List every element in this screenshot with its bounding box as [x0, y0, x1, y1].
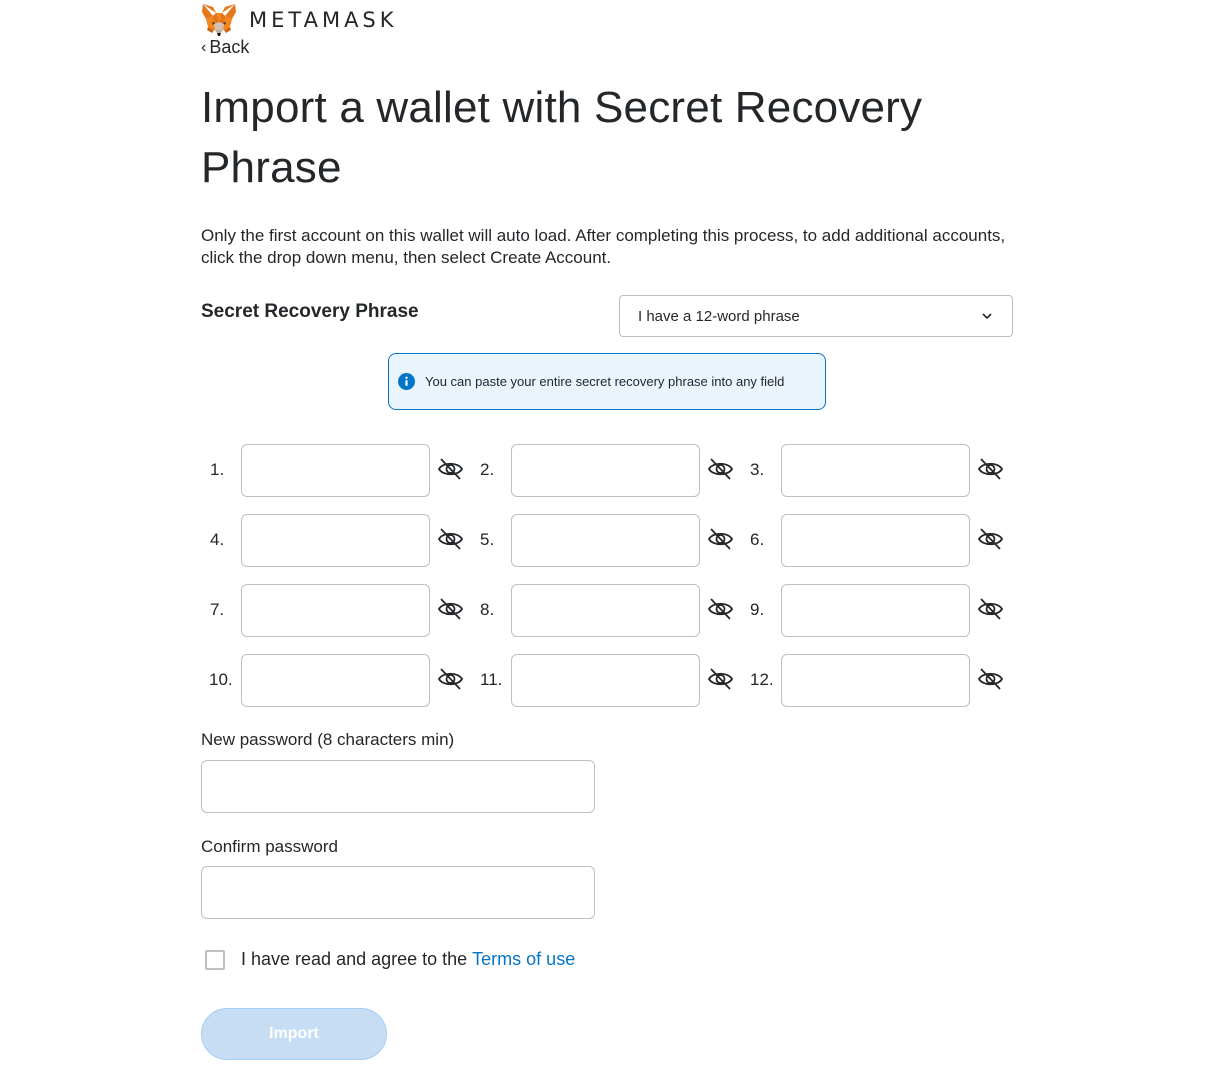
- eye-slash-icon[interactable]: [707, 457, 734, 481]
- srp-word-number: 5.: [480, 530, 495, 549]
- eye-slash-icon[interactable]: [707, 597, 734, 621]
- srp-word-input-6[interactable]: [781, 514, 970, 567]
- eye-slash-icon[interactable]: [437, 457, 464, 481]
- eye-slash-icon[interactable]: [977, 527, 1004, 551]
- new-password-label: New password (8 characters min): [201, 730, 455, 749]
- terms-checkbox[interactable]: [205, 949, 225, 970]
- srp-word-number: 1.: [210, 460, 225, 479]
- eye-slash-icon[interactable]: [437, 597, 464, 621]
- eye-slash-icon[interactable]: [437, 667, 464, 691]
- eye-slash-icon[interactable]: [977, 667, 1004, 691]
- confirm-password-input[interactable]: [201, 866, 595, 919]
- paste-info-banner: You can paste your entire secret recover…: [388, 353, 826, 410]
- phrase-length-select[interactable]: I have a 12-word phrase: [619, 295, 1013, 337]
- srp-word-input-3[interactable]: [781, 444, 970, 497]
- srp-word-input-9[interactable]: [781, 584, 970, 637]
- page-title: Import a wallet with Secret Recovery Phr…: [201, 83, 923, 192]
- srp-word-number: 7.: [210, 600, 225, 619]
- new-password-input[interactable]: [201, 760, 595, 813]
- chevron-down-icon: [982, 313, 992, 320]
- srp-word-input-2[interactable]: [511, 444, 700, 497]
- srp-word-number: 12.: [750, 670, 774, 689]
- srp-word-input-5[interactable]: [511, 514, 700, 567]
- confirm-password-label: Confirm password: [201, 837, 338, 856]
- terms-of-use-link[interactable]: Terms of use: [472, 949, 575, 970]
- srp-label: Secret Recovery Phrase: [201, 301, 419, 322]
- srp-word-number: 4.: [210, 530, 225, 549]
- srp-word-input-4[interactable]: [241, 514, 430, 567]
- eye-slash-icon[interactable]: [437, 527, 464, 551]
- srp-word-number: 9.: [750, 600, 765, 619]
- eye-slash-icon[interactable]: [977, 457, 1004, 481]
- info-text: You can paste your entire secret recover…: [425, 374, 785, 389]
- phrase-length-value: I have a 12-word phrase: [638, 307, 800, 325]
- import-button[interactable]: Import: [201, 1008, 387, 1060]
- srp-word-row: 7. 8. 9.: [201, 584, 1031, 637]
- logo: METAMASK: [201, 3, 398, 37]
- page-description: Only the first account on this wallet wi…: [201, 226, 1006, 267]
- chevron-left-icon: ‹: [201, 38, 207, 56]
- info-icon: [398, 373, 415, 390]
- terms-row: I have read and agree to the Terms of us…: [205, 949, 575, 970]
- srp-word-row: 1. 2. 3.: [201, 444, 1031, 497]
- srp-word-number: 11.: [480, 670, 503, 689]
- terms-text: I have read and agree to the: [241, 949, 468, 969]
- eye-slash-icon[interactable]: [977, 597, 1004, 621]
- srp-word-number: 8.: [480, 600, 495, 619]
- brand-wordmark: METAMASK: [249, 8, 398, 32]
- back-button[interactable]: ‹ Back: [201, 37, 249, 58]
- srp-word-input-12[interactable]: [781, 654, 970, 707]
- srp-word-number: 2.: [480, 460, 495, 479]
- srp-word-input-1[interactable]: [241, 444, 430, 497]
- srp-word-number: 3.: [750, 460, 765, 479]
- srp-word-input-7[interactable]: [241, 584, 430, 637]
- eye-slash-icon[interactable]: [707, 527, 734, 551]
- srp-word-row: 4. 5. 6.: [201, 514, 1031, 567]
- srp-word-input-10[interactable]: [241, 654, 430, 707]
- eye-slash-icon[interactable]: [707, 667, 734, 691]
- srp-word-number: 10.: [209, 670, 233, 689]
- srp-word-input-8[interactable]: [511, 584, 700, 637]
- back-label: Back: [209, 37, 250, 57]
- srp-word-input-11[interactable]: [511, 654, 700, 707]
- srp-word-row: 10. 11. 12.: [201, 654, 1031, 707]
- metamask-fox-logo: [202, 4, 236, 36]
- srp-word-number: 6.: [750, 530, 765, 549]
